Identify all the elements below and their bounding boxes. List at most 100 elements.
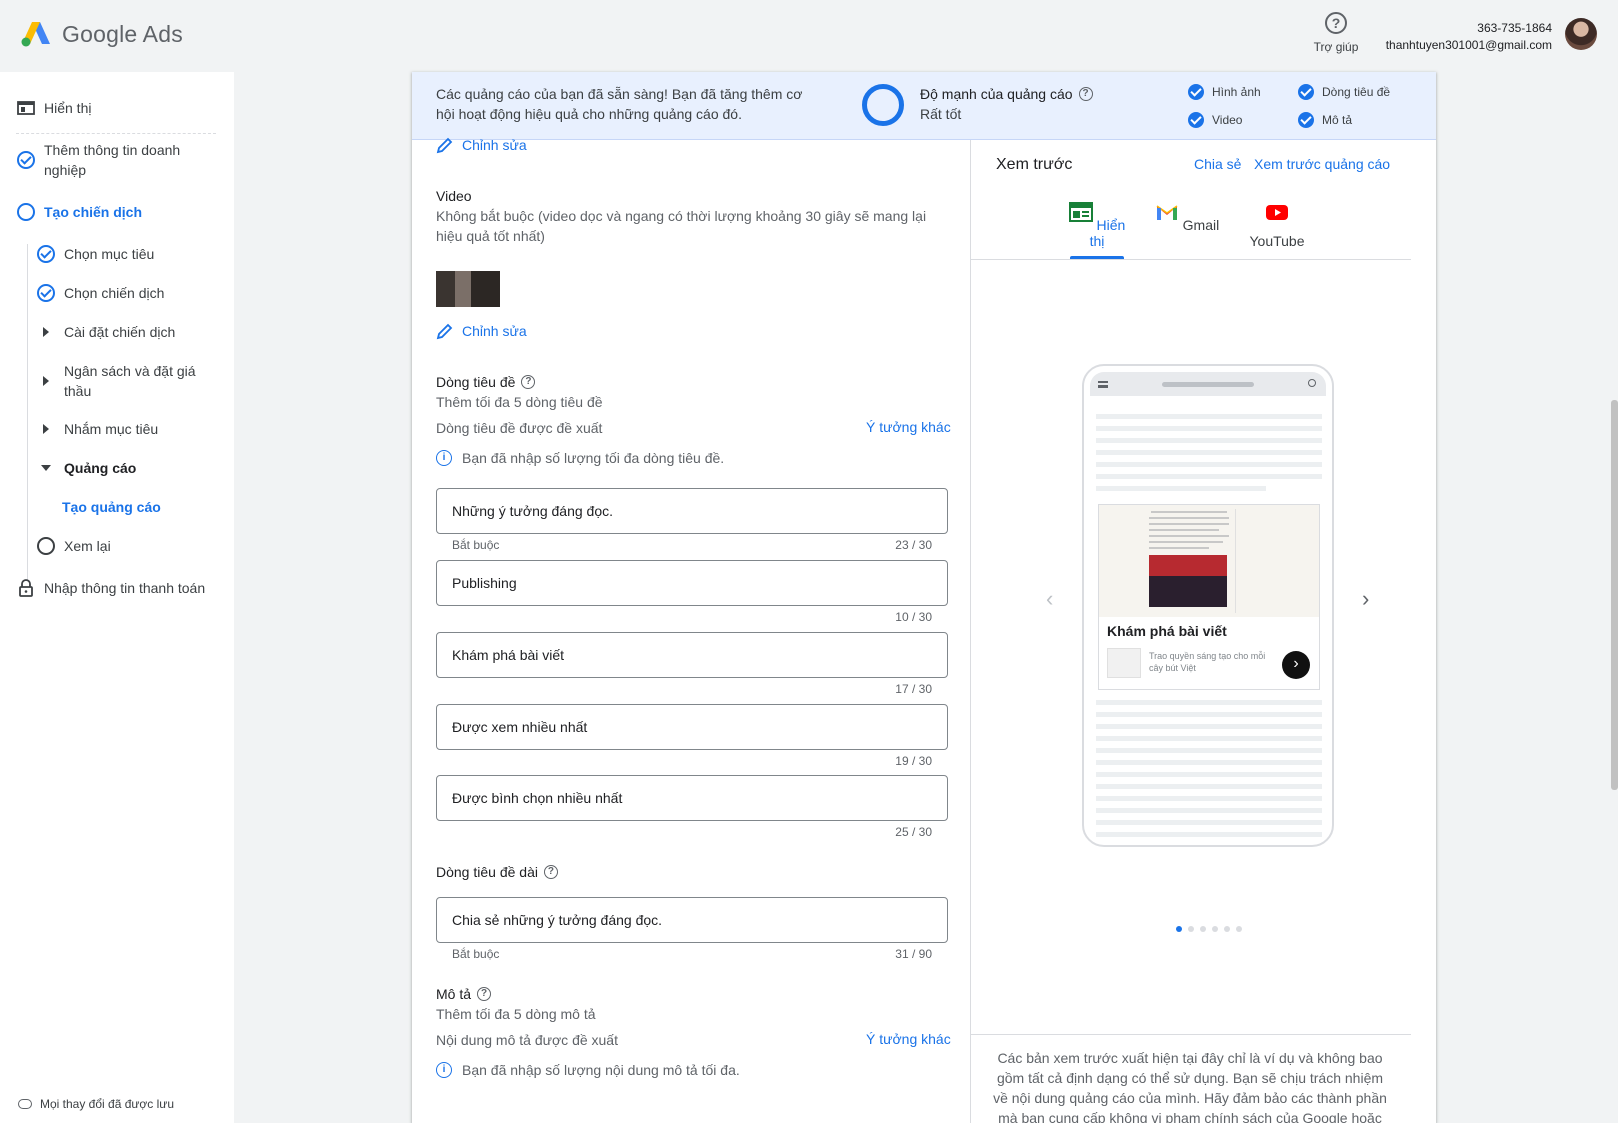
preview-title: Xem trước [996, 156, 1073, 173]
carousel-dots[interactable] [1176, 926, 1242, 932]
sidebar-item-campaign-settings[interactable]: Cài đặt chiến dịch [36, 322, 175, 342]
carousel-dot[interactable] [1188, 926, 1194, 932]
carousel-dot[interactable] [1236, 926, 1242, 932]
sidebar-item-targeting[interactable]: Nhắm mục tiêu [36, 419, 158, 439]
required-label: Bắt buộc [452, 538, 500, 552]
headline-input-2[interactable]: Publishing [436, 560, 948, 606]
placeholder-line [1096, 486, 1266, 491]
google-ads-logo[interactable]: Google Ads [20, 18, 183, 50]
placeholder-line [1096, 414, 1322, 419]
edit-images-link[interactable]: Chỉnh sửa [436, 136, 527, 154]
help-icon[interactable]: ? [477, 987, 492, 1001]
headlines-label: Dòng tiêu đề [436, 374, 516, 390]
sidebar-item-choose-campaign[interactable]: Chọn chiến dịch [36, 283, 164, 303]
suggested-descriptions-label: Nội dung mô tả được đề xuất [436, 1032, 618, 1048]
more-description-ideas-link[interactable]: Ý tưởng khác [866, 1031, 951, 1047]
carousel-dot[interactable] [1176, 926, 1182, 932]
tab-display[interactable]: Hiển thị [1062, 202, 1132, 249]
sidebar-item-label: Nhắm mục tiêu [64, 421, 159, 437]
headline-input-4[interactable]: Được xem nhiều nhất [436, 704, 948, 750]
ad-preview-card[interactable]: Khám phá bài viết Trao quyền sáng tạo ch… [1098, 504, 1320, 690]
account-id: 363-735-1864 [1477, 21, 1552, 35]
placeholder-line [1096, 700, 1322, 705]
placeholder-line [1096, 712, 1322, 717]
long-headline-label: Dòng tiêu đề dài [436, 864, 538, 880]
caret-right-icon [36, 322, 56, 342]
headline-input-3[interactable]: Khám phá bài viết [436, 632, 948, 678]
help-icon[interactable]: ? [543, 865, 558, 879]
placeholder-line [1096, 450, 1322, 455]
help-icon[interactable]: ? [1078, 87, 1093, 101]
chevron-right-icon[interactable]: › [1362, 586, 1369, 612]
placeholder-line [1096, 784, 1322, 789]
requirement-label: Mô tả [1322, 113, 1353, 127]
ad-strength-title: Độ mạnh của quảng cáo ? [920, 86, 1093, 102]
arrow-right-icon[interactable]: › [1282, 651, 1310, 679]
sidebar-item-ads[interactable]: Quảng cáo [36, 458, 136, 478]
help-icon[interactable]: ? [521, 375, 536, 389]
sidebar-item-billing[interactable]: Nhập thông tin thanh toán [16, 578, 205, 598]
info-icon: i [436, 450, 452, 466]
youtube-icon [1266, 205, 1288, 220]
account-info[interactable]: 363-735-1864 thanhtuyen301001@gmail.com [1386, 20, 1552, 54]
tab-youtube[interactable]: YouTube [1242, 202, 1312, 249]
sidebar-item-create-ad[interactable]: Tạo quảng cáo [62, 497, 161, 517]
sidebar-item-choose-goal[interactable]: Chọn mục tiêu [36, 244, 154, 264]
edit-label: Chỉnh sửa [462, 137, 527, 153]
long-headline-input[interactable]: Chia sẻ những ý tưởng đáng đọc. [436, 897, 948, 943]
chevron-left-icon[interactable]: ‹ [1046, 586, 1053, 612]
sidebar-item-budget-bidding[interactable]: Ngân sách và đặt giá thầu [36, 361, 211, 401]
save-status: Mọi thay đổi đã được lưu [18, 1097, 174, 1111]
ad-strength-meter [862, 84, 904, 126]
sidebar-item-label: Chọn mục tiêu [64, 246, 155, 262]
sidebar-item-overview[interactable]: Hiển thị [16, 98, 91, 118]
video-thumbnail[interactable] [436, 271, 500, 307]
page-scrollbar[interactable] [1611, 400, 1618, 790]
preview-ads-link[interactable]: Xem trước quảng cáo [1254, 156, 1390, 172]
more-headline-ideas-link[interactable]: Ý tưởng khác [866, 419, 951, 435]
sidebar-item-create-campaign[interactable]: Tạo chiến dịch [16, 202, 142, 222]
requirement-label: Hình ảnh [1212, 85, 1261, 99]
video-section-title: Video [436, 188, 472, 204]
help-button[interactable]: ? Trợ giúp [1308, 10, 1364, 54]
headline-input-5[interactable]: Được bình chọn nhiều nhất [436, 775, 948, 821]
menu-icon [1098, 381, 1108, 388]
check-circle-icon [16, 150, 36, 170]
headlines-info: i Bạn đã nhập số lượng tối đa dòng tiêu … [436, 450, 724, 466]
tab-gmail[interactable]: Gmail [1152, 202, 1222, 233]
tab-label: Gmail [1182, 217, 1220, 233]
headline-input-1[interactable]: Những ý tưởng đáng đọc. [436, 488, 948, 534]
sidebar-item-label: Quảng cáo [64, 460, 137, 476]
descriptions-info-text: Bạn đã nhập số lượng nội dung mô tả tối … [462, 1062, 740, 1078]
long-headline-meta: Bắt buộc 31 / 90 [452, 947, 932, 961]
tab-label: Hiển thị [1089, 217, 1126, 249]
descriptions-subtitle: Thêm tối đa 5 dòng mô tả [436, 1006, 596, 1022]
ad-description: Trao quyền sáng tạo cho mỗi cây bút Việt [1149, 651, 1266, 673]
ad-image [1099, 505, 1319, 617]
avatar[interactable] [1565, 18, 1597, 50]
caret-right-icon [36, 371, 56, 391]
carousel-dot[interactable] [1212, 926, 1218, 932]
placeholder-line [1096, 438, 1322, 443]
suggested-headlines-label: Dòng tiêu đề được đề xuất [436, 420, 603, 436]
display-tab-icon [1068, 202, 1093, 222]
check-icon [1298, 112, 1314, 128]
share-link[interactable]: Chia sẻ [1194, 156, 1241, 172]
sidebar-item-business-info[interactable]: Thêm thông tin doanh nghiệp [16, 140, 216, 180]
top-bar: Google Ads ? Trợ giúp 363-735-1864 thanh… [0, 0, 1618, 72]
sidebar-item-review[interactable]: Xem lại [36, 536, 111, 556]
tabs-divider [971, 259, 1411, 260]
sidebar-item-label: Chọn chiến dịch [64, 285, 165, 301]
lock-icon [16, 578, 36, 598]
headline-meta-4: 19 / 30 [452, 754, 932, 768]
app-name: Google Ads [62, 20, 183, 47]
carousel-dot[interactable] [1224, 926, 1230, 932]
pencil-icon [436, 137, 453, 154]
edit-video-link[interactable]: Chỉnh sửa [436, 322, 527, 340]
carousel-dot[interactable] [1200, 926, 1206, 932]
placeholder-line [1096, 832, 1322, 837]
phone-preview: Khám phá bài viết Trao quyền sáng tạo ch… [1082, 364, 1334, 847]
ad-strength-value: Rất tốt [920, 106, 962, 122]
gmail-icon [1156, 205, 1178, 220]
disclaimer-divider [971, 1034, 1411, 1035]
